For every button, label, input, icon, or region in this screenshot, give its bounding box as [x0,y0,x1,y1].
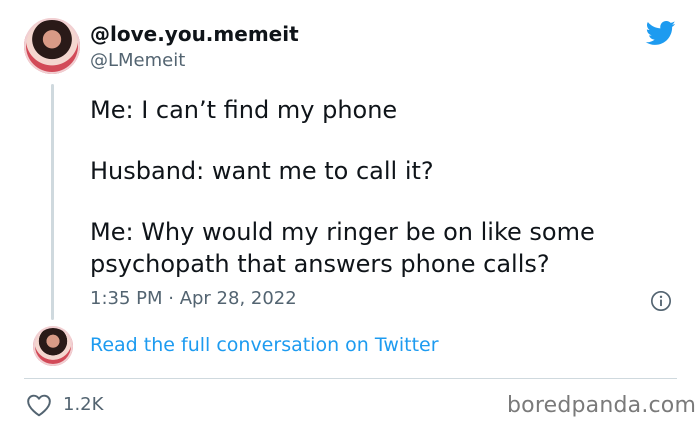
read-conversation-link[interactable]: Read the full conversation on Twitter [90,334,439,356]
thread-line [51,84,54,320]
reply-avatar[interactable] [33,326,73,366]
author-handle[interactable]: @LMemeit [90,50,185,71]
tweet-text-line: psychopath that answers phone calls? [90,250,550,278]
watermark: boredpanda.com [507,393,697,418]
tweet-text-line: Husband: want me to call it? [90,157,434,185]
tweet-timestamp[interactable]: 1:35 PM · Apr 28, 2022 [90,288,297,309]
divider [24,378,677,379]
author-avatar[interactable] [24,18,80,74]
author-display-name[interactable]: @love.you.memeit [90,22,299,46]
info-icon[interactable] [650,290,672,312]
twitter-bird-icon[interactable] [645,18,677,48]
tweet-text-line: Me: Why would my ringer be on like some [90,218,595,246]
heart-icon[interactable] [26,393,52,417]
tweet-text-line: Me: I can’t find my phone [90,96,398,124]
like-count: 1.2K [63,394,104,415]
